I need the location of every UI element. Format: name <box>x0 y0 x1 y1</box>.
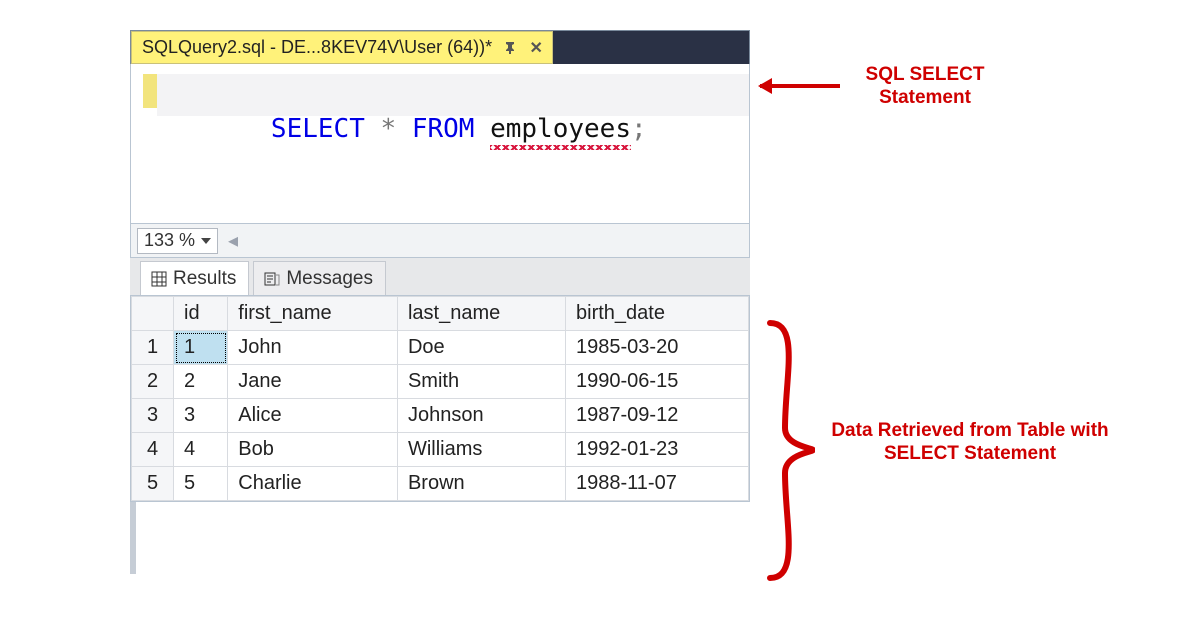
cell-last-name[interactable]: Williams <box>397 433 565 467</box>
cell-first-name[interactable]: John <box>228 331 398 365</box>
sql-code-line[interactable]: SELECT * FROM employees; <box>157 74 749 116</box>
chevron-down-icon <box>201 238 211 244</box>
ssms-window: SQLQuery2.sql - DE...8KEV74V\User (64))*… <box>130 30 750 502</box>
annotation-query-label: SQL SELECT Statement <box>840 64 1010 110</box>
editor-change-marker <box>143 74 157 108</box>
table-row[interactable]: 1 1 John Doe 1985-03-20 <box>132 331 749 365</box>
scroll-left-icon[interactable]: ◂ <box>228 228 238 253</box>
tab-messages-label: Messages <box>286 268 373 290</box>
cell-id[interactable]: 3 <box>174 399 228 433</box>
results-tab-bar: Results Messages <box>130 258 750 296</box>
keyword-from: FROM <box>412 114 475 144</box>
pin-icon[interactable] <box>502 40 518 56</box>
cell-birth-date[interactable]: 1990-06-15 <box>566 365 749 399</box>
close-icon[interactable]: ✕ <box>528 40 544 56</box>
tab-messages[interactable]: Messages <box>253 261 386 295</box>
table-name: employees <box>490 112 631 146</box>
table-row[interactable]: 2 2 Jane Smith 1990-06-15 <box>132 365 749 399</box>
cell-first-name[interactable]: Alice <box>228 399 398 433</box>
cell-birth-date[interactable]: 1985-03-20 <box>566 331 749 365</box>
cell-birth-date[interactable]: 1987-09-12 <box>566 399 749 433</box>
cell-last-name[interactable]: Brown <box>397 467 565 501</box>
cell-first-name[interactable]: Bob <box>228 433 398 467</box>
cell-id[interactable]: 1 <box>174 331 228 365</box>
keyword-select: SELECT <box>271 114 365 144</box>
star-wildcard: * <box>381 114 397 144</box>
cell-birth-date[interactable]: 1992-01-23 <box>566 433 749 467</box>
cell-id[interactable]: 4 <box>174 433 228 467</box>
results-table[interactable]: id first_name last_name birth_date 1 1 J… <box>131 296 749 501</box>
cell-id[interactable]: 2 <box>174 365 228 399</box>
corner-cell <box>132 297 174 331</box>
semicolon: ; <box>631 114 647 144</box>
zoom-toolbar: 133 % ◂ <box>130 224 750 258</box>
cell-last-name[interactable]: Doe <box>397 331 565 365</box>
tab-results[interactable]: Results <box>140 261 249 295</box>
zoom-value: 133 % <box>144 230 195 251</box>
table-row[interactable]: 3 3 Alice Johnson 1987-09-12 <box>132 399 749 433</box>
table-row[interactable]: 5 5 Charlie Brown 1988-11-07 <box>132 467 749 501</box>
messages-icon <box>264 271 280 287</box>
tab-results-label: Results <box>173 268 236 290</box>
col-first-name[interactable]: first_name <box>228 297 398 331</box>
col-birth-date[interactable]: birth_date <box>566 297 749 331</box>
row-number[interactable]: 1 <box>132 331 174 365</box>
document-tab[interactable]: SQLQuery2.sql - DE...8KEV74V\User (64))*… <box>131 31 553 64</box>
row-number[interactable]: 2 <box>132 365 174 399</box>
cell-first-name[interactable]: Jane <box>228 365 398 399</box>
annotation-arrow <box>760 84 840 88</box>
grid-icon <box>151 271 167 287</box>
annotation-brace <box>765 318 815 583</box>
cell-id[interactable]: 5 <box>174 467 228 501</box>
cell-last-name[interactable]: Johnson <box>397 399 565 433</box>
cell-last-name[interactable]: Smith <box>397 365 565 399</box>
cell-first-name[interactable]: Charlie <box>228 467 398 501</box>
results-grid-panel: id first_name last_name birth_date 1 1 J… <box>130 296 750 502</box>
col-id[interactable]: id <box>174 297 228 331</box>
table-row[interactable]: 4 4 Bob Williams 1992-01-23 <box>132 433 749 467</box>
annotation-data-label: Data Retrieved from Table with SELECT St… <box>830 420 1110 466</box>
document-tab-strip: SQLQuery2.sql - DE...8KEV74V\User (64))*… <box>130 30 750 64</box>
cell-birth-date[interactable]: 1988-11-07 <box>566 467 749 501</box>
col-last-name[interactable]: last_name <box>397 297 565 331</box>
row-number[interactable]: 5 <box>132 467 174 501</box>
zoom-selector[interactable]: 133 % <box>137 228 218 254</box>
row-number[interactable]: 4 <box>132 433 174 467</box>
row-number[interactable]: 3 <box>132 399 174 433</box>
header-row: id first_name last_name birth_date <box>132 297 749 331</box>
sql-editor[interactable]: SELECT * FROM employees; <box>130 64 750 224</box>
document-tab-title: SQLQuery2.sql - DE...8KEV74V\User (64))* <box>142 37 492 58</box>
